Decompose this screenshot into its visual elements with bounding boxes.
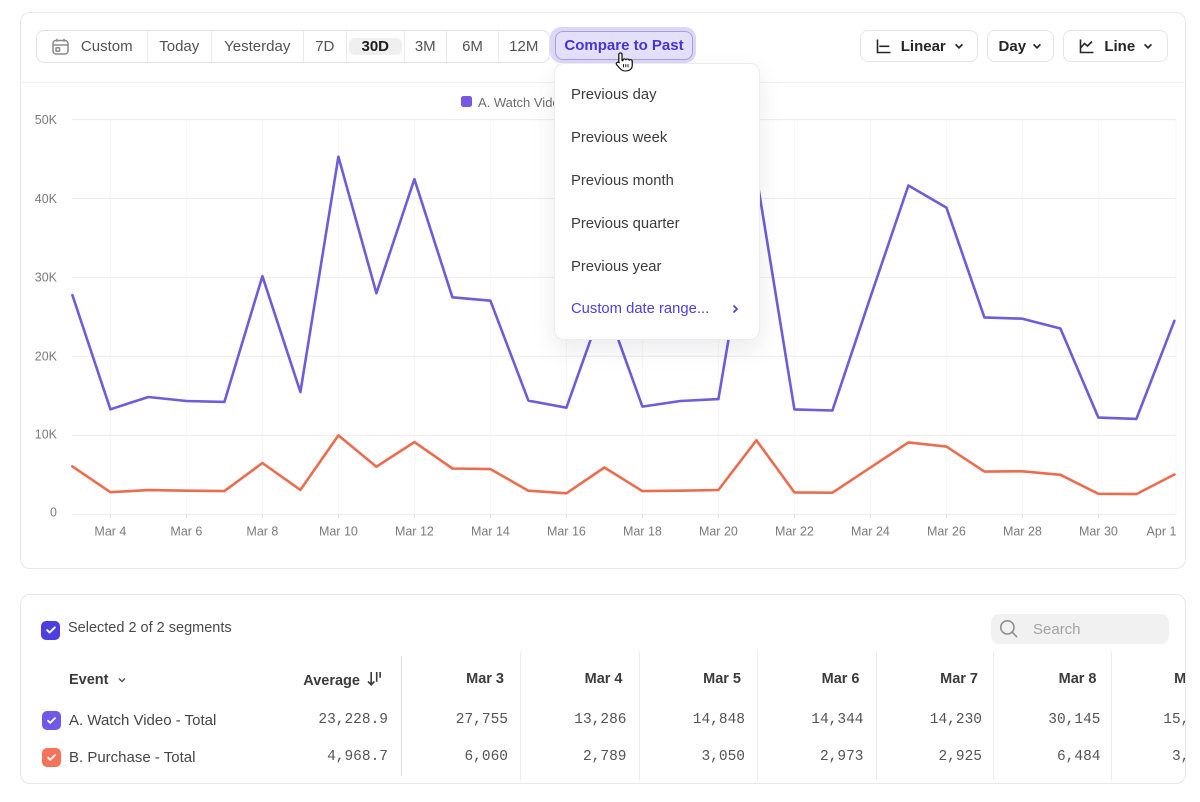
svg-text:Mar 10: Mar 10: [319, 525, 358, 539]
svg-text:30K: 30K: [35, 271, 58, 285]
svg-text:40K: 40K: [35, 192, 58, 206]
svg-text:Mar 14: Mar 14: [471, 525, 510, 539]
svg-text:20K: 20K: [35, 350, 58, 364]
svg-text:Mar 6: Mar 6: [170, 525, 202, 539]
svg-text:10K: 10K: [35, 428, 58, 442]
svg-text:0: 0: [50, 506, 57, 520]
svg-text:Mar 26: Mar 26: [927, 525, 966, 539]
svg-text:50K: 50K: [35, 113, 58, 127]
svg-text:Mar 20: Mar 20: [699, 525, 738, 539]
svg-text:Mar 18: Mar 18: [623, 525, 662, 539]
svg-text:Apr 1: Apr 1: [1147, 525, 1177, 539]
svg-text:Mar 4: Mar 4: [94, 525, 126, 539]
svg-text:Mar 24: Mar 24: [851, 525, 890, 539]
svg-text:Mar 8: Mar 8: [246, 525, 278, 539]
svg-text:Mar 22: Mar 22: [775, 525, 814, 539]
svg-text:Mar 30: Mar 30: [1079, 525, 1118, 539]
svg-text:Mar 28: Mar 28: [1003, 525, 1042, 539]
svg-text:Mar 16: Mar 16: [547, 525, 586, 539]
svg-text:Mar 12: Mar 12: [395, 525, 434, 539]
